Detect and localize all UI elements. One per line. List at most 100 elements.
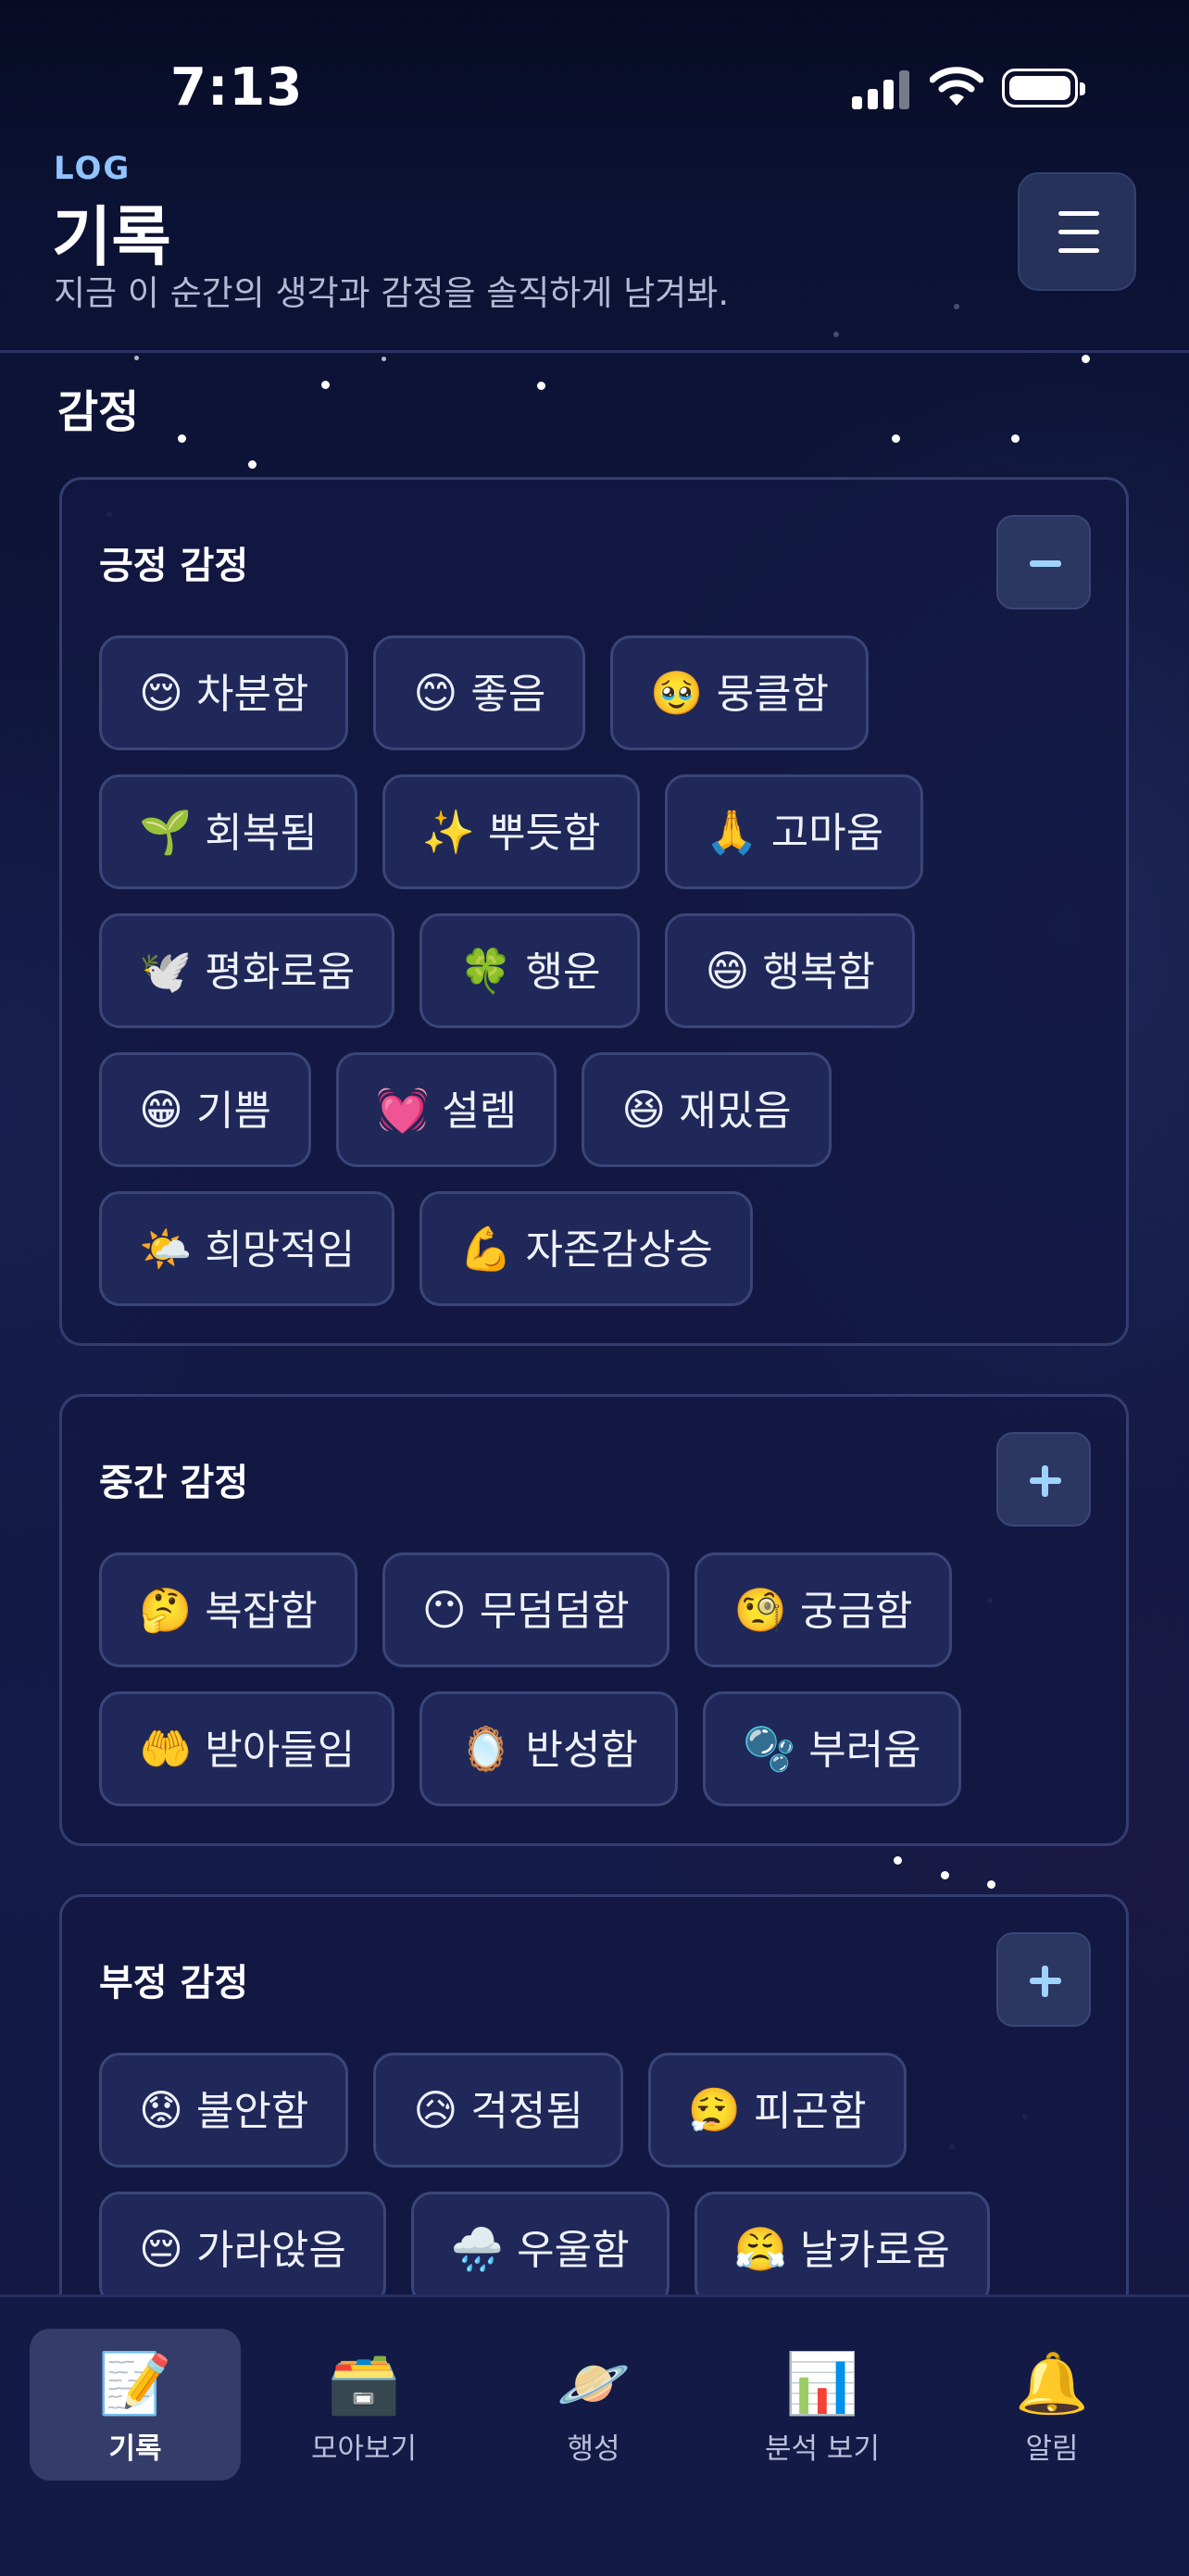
grin-face-icon: 😄 <box>705 946 750 996</box>
chip-label: 고마움 <box>770 810 884 857</box>
expand-button[interactable] <box>996 1432 1091 1527</box>
chip-label: 받아들임 <box>205 1727 356 1774</box>
tab-record[interactable]: 📝 기록 <box>30 2329 241 2481</box>
status-time: 7:13 <box>170 57 304 118</box>
emotion-chip[interactable]: 😮‍💨 피곤함 <box>647 2053 907 2168</box>
tab-label: 분석 보기 <box>765 2432 880 2466</box>
teary-face-icon: 🥹 <box>650 668 704 718</box>
group-title: 긍정 감정 <box>99 545 249 587</box>
emotion-chip[interactable]: 🙏 고마움 <box>665 774 924 889</box>
emotion-chip[interactable]: 🕊️ 평화로움 <box>99 913 395 1028</box>
chip-label: 행복함 <box>762 949 875 996</box>
card-box-icon: 🗃️ <box>327 2350 401 2419</box>
chip-label: 무덤덤함 <box>479 1588 630 1635</box>
emotion-chip[interactable]: 🪞 반성함 <box>419 1691 678 1806</box>
wifi-icon <box>930 67 983 106</box>
chip-label: 궁금함 <box>799 1588 913 1635</box>
emotion-chip[interactable]: 🌤️ 희망적임 <box>99 1191 395 1306</box>
heart-icon: 💓 <box>375 1085 430 1135</box>
emotion-chip[interactable]: 😄 행복함 <box>665 913 915 1028</box>
bubbles-icon: 🫧 <box>742 1724 796 1774</box>
chip-label: 피곤함 <box>754 2088 867 2135</box>
emotion-chip-list: 😟 불안함 😥 걱정됨 😮‍💨 피곤함 😔 가라앉음 🌧️ 우울함 😤 날카로움 <box>99 2053 1081 2331</box>
emotion-chip[interactable]: 😆 재밌음 <box>582 1052 832 1167</box>
chip-label: 차분함 <box>195 671 309 718</box>
flexed-arm-icon: 💪 <box>459 1224 513 1274</box>
emotion-chip-list: 😌 차분함 😊 좋음 🥹 뭉클함 🌱 회복됨 ✨ 뿌듯함 🙏 고마움 🕊️ 평화로움 🍀 행운 😄 행복함 😁… <box>99 635 1081 1330</box>
group-title: 부정 감정 <box>99 1962 249 2004</box>
emotion-chip[interactable]: 😁 기쁨 <box>99 1052 311 1167</box>
tab-label: 모아보기 <box>310 2432 418 2466</box>
dove-icon: 🕊️ <box>139 946 193 996</box>
tab-label: 행성 <box>567 2432 620 2466</box>
chip-label: 걱정됨 <box>470 2088 583 2135</box>
emotion-chip[interactable]: 😊 좋음 <box>373 635 586 750</box>
clover-icon: 🍀 <box>459 946 513 996</box>
emotion-chip[interactable]: 🤲 받아들임 <box>99 1691 395 1806</box>
emotion-chip[interactable]: 😥 걱정됨 <box>373 2053 623 2168</box>
smile-face-icon: 😊 <box>413 668 458 718</box>
bar-chart-icon: 📊 <box>785 2350 859 2419</box>
thinking-face-icon: 🤔 <box>139 1585 193 1635</box>
emotion-chip[interactable]: 😤 날카로움 <box>694 2192 990 2306</box>
open-hands-icon: 🤲 <box>139 1724 193 1774</box>
emotion-chip[interactable]: 💪 자존감상승 <box>419 1191 753 1306</box>
bell-icon: 🔔 <box>1015 2350 1089 2419</box>
emotion-chip[interactable]: 😌 차분함 <box>99 635 349 750</box>
chip-label: 재밌음 <box>679 1087 792 1135</box>
hamburger-menu-icon <box>1058 211 1099 216</box>
tab-analysis[interactable]: 📊 분석 보기 <box>717 2329 928 2481</box>
emotion-chip[interactable]: 😟 불안함 <box>99 2053 349 2168</box>
chip-label: 좋음 <box>470 671 546 718</box>
emotion-group-neutral: 중간 감정 🤔 복잡함 😶 무덤덤함 🧐 궁금함 🤲 받아들임 🪞 반성함 🫧 부러움 <box>59 1394 1129 1846</box>
tab-planet[interactable]: 🪐 행성 <box>488 2329 699 2481</box>
minus-icon <box>1030 560 1061 567</box>
emotion-chip[interactable]: 🫧 부러움 <box>702 1691 961 1806</box>
chip-label: 설렘 <box>442 1087 518 1135</box>
chip-label: 부러움 <box>808 1727 921 1774</box>
page-subtitle: 지금 이 순간의 생각과 감정을 솔직하게 남겨봐. <box>54 273 730 313</box>
emotion-chip[interactable]: 🌧️ 우울함 <box>410 2192 670 2306</box>
section-title-emotions: 감정 <box>57 386 140 438</box>
emotion-chip[interactable]: 🍀 행운 <box>419 913 641 1028</box>
page-kicker: LOG <box>54 150 131 187</box>
tab-collection[interactable]: 🗃️ 모아보기 <box>258 2329 469 2481</box>
sparkles-icon: ✨ <box>421 807 476 857</box>
chip-label: 행운 <box>525 949 601 996</box>
emotion-group-positive: 긍정 감정 😌 차분함 😊 좋음 🥹 뭉클함 🌱 회복됨 ✨ 뿌듯함 🙏 고마움 🕊️ 평화로움 🍀 행운… <box>59 477 1129 1346</box>
memo-icon: 📝 <box>98 2350 172 2419</box>
tab-label: 기록 <box>108 2432 162 2466</box>
sad-sweat-face-icon: 😥 <box>413 2085 458 2135</box>
chip-label: 뿌듯함 <box>488 810 601 857</box>
expand-button[interactable] <box>996 1932 1091 2027</box>
emotion-chip[interactable]: ✨ 뿌듯함 <box>382 774 641 889</box>
emotion-chip[interactable]: 💓 설렘 <box>335 1052 557 1167</box>
emotion-chip[interactable]: 🧐 궁금함 <box>694 1552 953 1667</box>
chip-label: 날카로움 <box>799 2227 950 2274</box>
tab-notifications[interactable]: 🔔 알림 <box>946 2329 1158 2481</box>
chip-label: 복잡함 <box>205 1588 318 1635</box>
mirror-icon: 🪞 <box>459 1724 513 1774</box>
monocle-face-icon: 🧐 <box>733 1585 787 1635</box>
emotion-chip[interactable]: 🥹 뭉클함 <box>610 635 870 750</box>
exhaling-face-icon: 😮‍💨 <box>687 2085 742 2135</box>
emotion-chip-list: 🤔 복잡함 😶 무덤덤함 🧐 궁금함 🤲 받아들임 🪞 반성함 🫧 부러움 <box>99 1552 1081 1830</box>
cellular-signal-icon <box>852 67 911 109</box>
emotion-chip[interactable]: 😶 무덤덤함 <box>382 1552 670 1667</box>
chip-label: 희망적임 <box>205 1226 356 1274</box>
pensive-face-icon: 😔 <box>139 2224 183 2274</box>
bottom-tab-bar: 📝 기록 🗃️ 모아보기 🪐 행성 📊 분석 보기 🔔 알림 <box>0 2294 1189 2576</box>
collapse-button[interactable] <box>996 515 1091 609</box>
group-title: 중간 감정 <box>99 1462 249 1504</box>
chip-label: 불안함 <box>195 2088 309 2135</box>
page-header: LOG 기록 지금 이 순간의 생각과 감정을 솔직하게 남겨봐. <box>0 139 1189 353</box>
emotion-chip[interactable]: 😔 가라앉음 <box>99 2192 386 2306</box>
emotion-chip[interactable]: 🤔 복잡함 <box>99 1552 357 1667</box>
worried-face-icon: 😟 <box>139 2085 183 2135</box>
emotion-chip[interactable]: 🌱 회복됨 <box>99 774 357 889</box>
calm-face-icon: 😌 <box>139 668 183 718</box>
rain-cloud-icon: 🌧️ <box>450 2224 505 2274</box>
menu-button[interactable] <box>1018 172 1136 291</box>
chip-label: 자존감상승 <box>525 1226 713 1274</box>
chip-label: 우울함 <box>517 2227 630 2274</box>
